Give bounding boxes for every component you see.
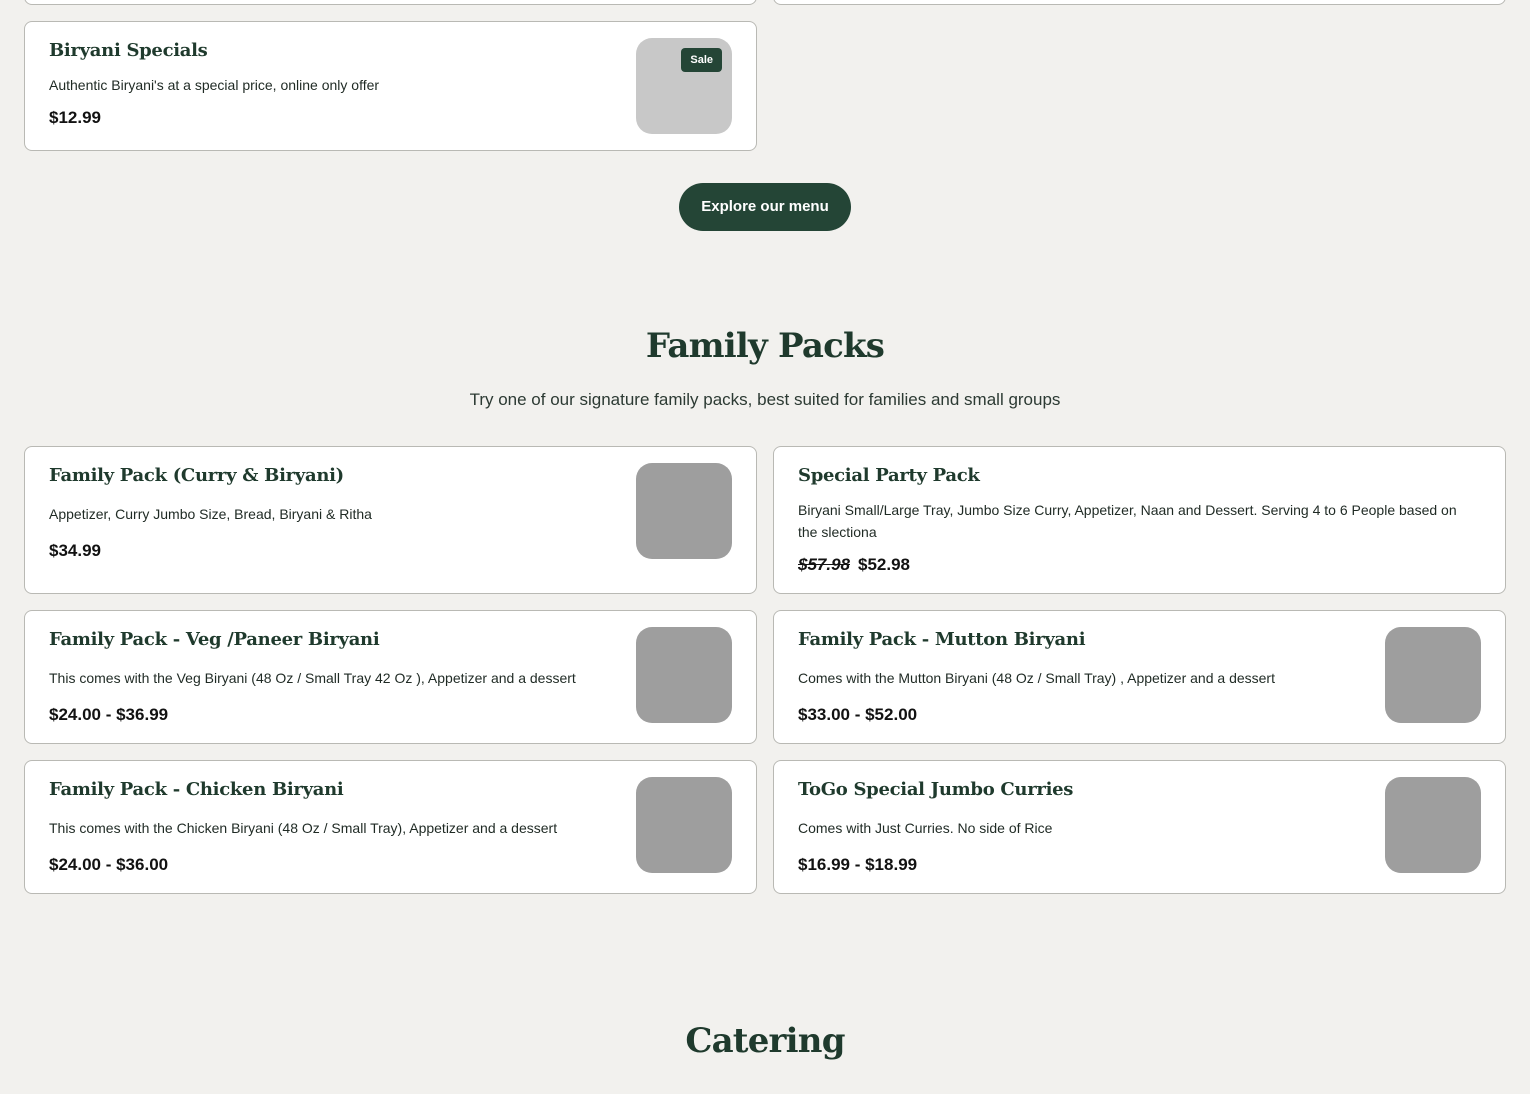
menu-card-description: Authentic Biryani's at a special price, … xyxy=(49,77,380,93)
menu-card-title: Family Pack - Mutton Biryani xyxy=(798,629,1086,650)
original-price: $57.98 xyxy=(798,555,850,574)
menu-item-image xyxy=(1385,627,1481,723)
family-packs-heading: Family Packs xyxy=(645,326,885,366)
menu-card-family-pack-chicken[interactable]: Family Pack - Chicken Biryani This comes… xyxy=(24,760,757,894)
menu-card-price: $24.00 - $36.99 xyxy=(49,705,169,724)
menu-card-title: Special Party Pack xyxy=(798,465,980,486)
menu-card-title: Biryani Specials xyxy=(49,40,208,61)
menu-item-image xyxy=(1385,777,1481,873)
menu-card-family-pack-curry-biryani[interactable]: Family Pack (Curry & Biryani) Appetizer,… xyxy=(24,446,757,594)
menu-item-image xyxy=(636,627,732,723)
menu-card-title: ToGo Special Jumbo Curries xyxy=(798,779,1074,800)
menu-card-price: $12.99 xyxy=(49,108,101,127)
sale-price: $52.98 xyxy=(858,555,910,574)
menu-card-description: Comes with the Mutton Biryani (48 Oz / S… xyxy=(798,670,1275,686)
menu-card-special-party-pack[interactable]: Special Party Pack Biryani Small/Large T… xyxy=(773,446,1506,594)
menu-item-image xyxy=(636,777,732,873)
menu-item-image xyxy=(636,463,732,559)
menu-card-price-group: $57.98 $52.98 xyxy=(798,555,910,575)
sale-badge: Sale xyxy=(681,48,722,72)
menu-card-description: This comes with the Veg Biryani (48 Oz /… xyxy=(49,670,576,686)
menu-card-price: $34.99 xyxy=(49,541,101,560)
catering-heading: Catering xyxy=(685,1021,845,1061)
menu-card-biryani-specials[interactable]: Biryani Specials Authentic Biryani's at … xyxy=(24,21,757,151)
menu-card-description: Biryani Small/Large Tray, Jumbo Size Cur… xyxy=(798,502,1457,540)
menu-card-family-pack-mutton[interactable]: Family Pack - Mutton Biryani Comes with … xyxy=(773,610,1506,744)
menu-card-description: Appetizer, Curry Jumbo Size, Bread, Biry… xyxy=(49,506,372,522)
menu-card-partial-left[interactable] xyxy=(24,0,757,5)
menu-card-description: This comes with the Chicken Biryani (48 … xyxy=(49,820,558,836)
menu-item-image: Sale xyxy=(636,38,732,134)
menu-card-partial-right[interactable] xyxy=(773,0,1506,5)
menu-card-price: $24.00 - $36.00 xyxy=(49,855,169,874)
family-packs-subtitle: Try one of our signature family packs, b… xyxy=(469,390,1061,409)
menu-card-title: Family Pack - Veg /Paneer Biryani xyxy=(49,629,380,650)
menu-card-family-pack-veg-paneer[interactable]: Family Pack - Veg /Paneer Biryani This c… xyxy=(24,610,757,744)
menu-card-price: $33.00 - $52.00 xyxy=(798,705,918,724)
menu-card-title: Family Pack - Chicken Biryani xyxy=(49,779,344,800)
menu-card-togo-jumbo-curries[interactable]: ToGo Special Jumbo Curries Comes with Ju… xyxy=(773,760,1506,894)
menu-card-description: Comes with Just Curries. No side of Rice xyxy=(798,820,1053,836)
menu-card-title: Family Pack (Curry & Biryani) xyxy=(49,465,344,486)
explore-menu-button[interactable]: Explore our menu xyxy=(679,183,851,231)
menu-card-price: $16.99 - $18.99 xyxy=(798,855,918,874)
